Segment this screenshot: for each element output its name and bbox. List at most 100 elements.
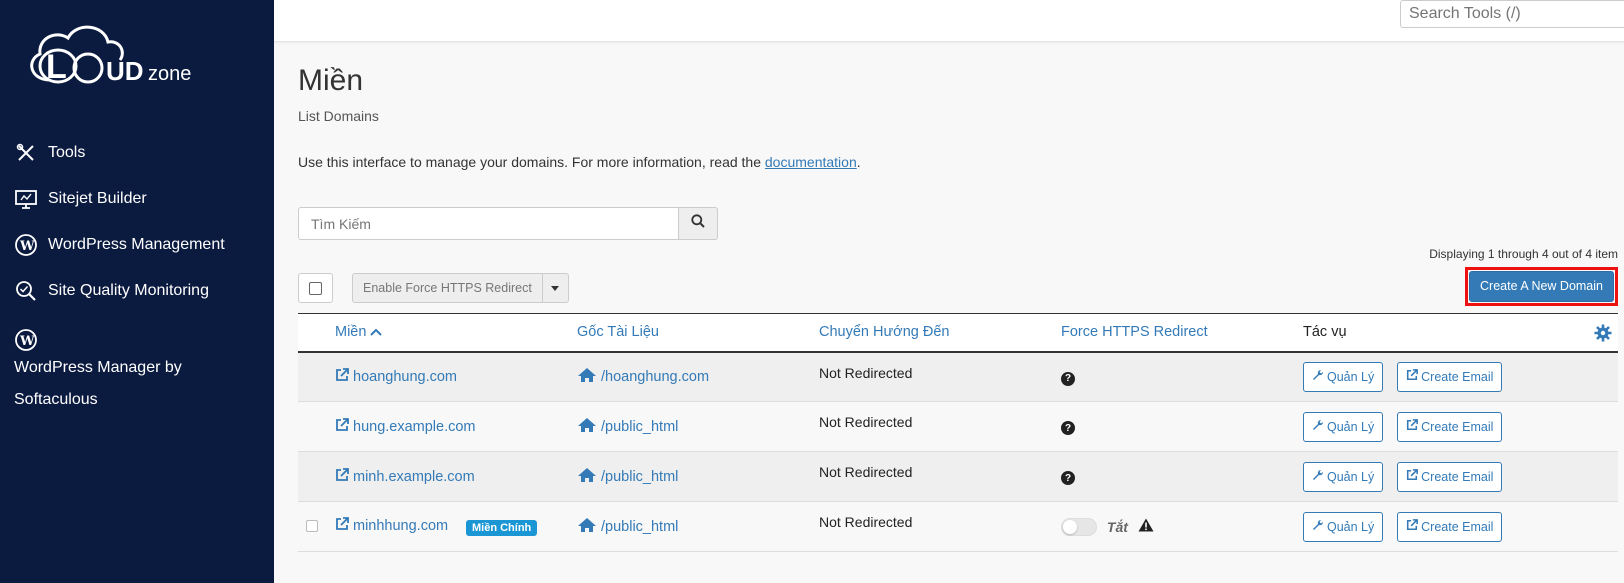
manage-label[interactable]: Quản Lý (1327, 420, 1374, 434)
sidebar-item-tools[interactable]: Tools (0, 130, 274, 176)
create-email-label[interactable]: Create Email (1421, 520, 1493, 534)
sidebar: L UD zone Tools Sitejet Builder W WordPr… (0, 0, 274, 583)
page-description: Use this interface to manage your domain… (298, 154, 1618, 170)
create-new-domain-button[interactable]: Create A New Domain (1469, 271, 1614, 302)
create-email-button[interactable]: Create Email (1397, 361, 1503, 392)
domain-name[interactable]: hung.example.com (353, 419, 476, 435)
magnifier-check-icon (14, 279, 38, 303)
create-email-button[interactable]: Create Email (1397, 461, 1503, 492)
sidebar-item-softaculous[interactable]: W WordPress Manager by Softaculous (0, 314, 274, 408)
bulk-action-button[interactable]: Enable Force HTTPS Redirect (352, 273, 569, 303)
domain-search-input[interactable] (298, 207, 679, 240)
question-icon[interactable]: ? (1061, 471, 1075, 486)
tools-icon (14, 141, 38, 165)
row-checkbox-cell (298, 352, 335, 402)
manage-label[interactable]: Quản Lý (1327, 370, 1374, 384)
manage-button[interactable]: Quản Lý (1303, 411, 1384, 442)
create-email-button[interactable]: Create Email (1397, 511, 1503, 542)
header-domain[interactable]: Miền (335, 314, 577, 352)
table-row: hoanghung.com /hoanghung.com Not Redirec… (298, 351, 1618, 402)
caret-down-icon[interactable] (543, 274, 568, 302)
domain-link[interactable]: minhhung.com (335, 517, 448, 535)
warning-icon[interactable] (1138, 518, 1154, 535)
docroot-link[interactable]: /public_html (577, 467, 678, 487)
manage-button[interactable]: Quản Lý (1303, 361, 1384, 392)
header-https[interactable]: Force HTTPS Redirect (1061, 314, 1303, 352)
create-email-button[interactable]: Create Email (1397, 411, 1503, 442)
docroot-path[interactable]: /public_html (601, 469, 678, 485)
docroot-path[interactable]: /hoanghung.com (601, 369, 709, 385)
header-actions-label: Tác vụ (1303, 324, 1347, 341)
create-email-label[interactable]: Create Email (1421, 470, 1493, 484)
search-button[interactable] (679, 207, 718, 240)
question-icon[interactable]: ? (1061, 421, 1075, 436)
domain-link[interactable]: minh.example.com (335, 467, 475, 486)
header-domain-label[interactable]: Miền (335, 324, 366, 340)
docroot-link[interactable]: /hoanghung.com (577, 367, 709, 387)
wordpress-icon: W (14, 233, 38, 257)
domain-search-group (298, 207, 718, 240)
monitor-icon (14, 187, 38, 211)
table-row: hung.example.com /public_html Not Redire… (298, 401, 1618, 452)
external-link-icon (1406, 369, 1421, 384)
description-text: Use this interface to manage your domain… (298, 154, 765, 170)
header-checkbox-cell (298, 314, 335, 352)
cloudzone-logo[interactable]: L UD zone (22, 18, 212, 98)
create-email-label[interactable]: Create Email (1421, 420, 1493, 434)
redirect-status: Not Redirected (819, 514, 913, 530)
select-all-checkbox-wrap[interactable] (298, 273, 333, 303)
select-all-checkbox[interactable] (309, 281, 322, 295)
domain-link[interactable]: hoanghung.com (335, 367, 457, 386)
documentation-link[interactable]: documentation (765, 154, 857, 170)
table-row: minh.example.com /public_html Not Redire… (298, 451, 1618, 502)
docroot-path[interactable]: /public_html (601, 519, 678, 535)
header-docroot[interactable]: Gốc Tài Liệu (577, 314, 819, 352)
table-row: minhhung.com Miền Chính /public_html Not… (298, 501, 1618, 552)
domain-name[interactable]: minhhung.com (353, 518, 448, 534)
sidebar-item-sitejet[interactable]: Sitejet Builder (0, 176, 274, 222)
wrench-icon (1312, 469, 1327, 484)
row-checkbox-cell (298, 452, 335, 502)
display-count: Displaying 1 through 4 out of 4 item (1429, 247, 1618, 261)
svg-text:L: L (46, 48, 67, 86)
top-bar (274, 0, 1624, 42)
domain-name[interactable]: minh.example.com (353, 469, 475, 485)
domain-name[interactable]: hoanghung.com (353, 369, 457, 385)
sidebar-item-label: Sitejet Builder (48, 190, 147, 207)
external-link-icon (1406, 419, 1421, 434)
sidebar-item-wordpress-management[interactable]: W WordPress Management (0, 222, 274, 268)
external-link-icon (1406, 469, 1421, 484)
gear-icon[interactable] (1594, 324, 1612, 346)
wrench-icon (1312, 369, 1327, 384)
wrench-icon (1312, 419, 1327, 434)
bulk-toolbar: Enable Force HTTPS Redirect (298, 273, 569, 303)
create-domain-highlight: Create A New Domain (1465, 267, 1618, 306)
manage-label[interactable]: Quản Lý (1327, 520, 1374, 534)
question-icon[interactable]: ? (1061, 371, 1075, 386)
external-link-icon (335, 417, 353, 436)
docroot-path[interactable]: /public_html (601, 419, 678, 435)
domain-link[interactable]: hung.example.com (335, 417, 476, 436)
main-content: Miền List Domains Use this interface to … (298, 42, 1618, 552)
header-redirect[interactable]: Chuyển Hướng Đến (819, 314, 1061, 352)
docroot-link[interactable]: /public_html (577, 417, 678, 437)
create-email-label[interactable]: Create Email (1421, 370, 1493, 384)
search-tools-input[interactable] (1400, 0, 1624, 28)
manage-button[interactable]: Quản Lý (1303, 511, 1384, 542)
wordpress-icon: W (14, 328, 38, 352)
bulk-action-label[interactable]: Enable Force HTTPS Redirect (353, 274, 543, 302)
sidebar-item-site-quality[interactable]: Site Quality Monitoring (0, 268, 274, 314)
table-header-row: Miền Gốc Tài Liệu Chuyển Hướng Đến Force… (298, 313, 1618, 352)
row-checkbox[interactable] (306, 519, 318, 532)
docroot-link[interactable]: /public_html (577, 517, 678, 537)
row-checkbox-cell (298, 402, 335, 452)
force-https-toggle[interactable] (1061, 517, 1097, 536)
sidebar-item-label: Tools (48, 144, 86, 161)
svg-text:W: W (19, 334, 35, 349)
sidebar-item-label: Site Quality Monitoring (48, 282, 209, 299)
manage-label[interactable]: Quản Lý (1327, 470, 1374, 484)
manage-button[interactable]: Quản Lý (1303, 461, 1384, 492)
sidebar-item-label: WordPress Manager by Softaculous (14, 359, 182, 408)
sort-up-icon[interactable] (370, 324, 383, 340)
redirect-status: Not Redirected (819, 414, 913, 430)
